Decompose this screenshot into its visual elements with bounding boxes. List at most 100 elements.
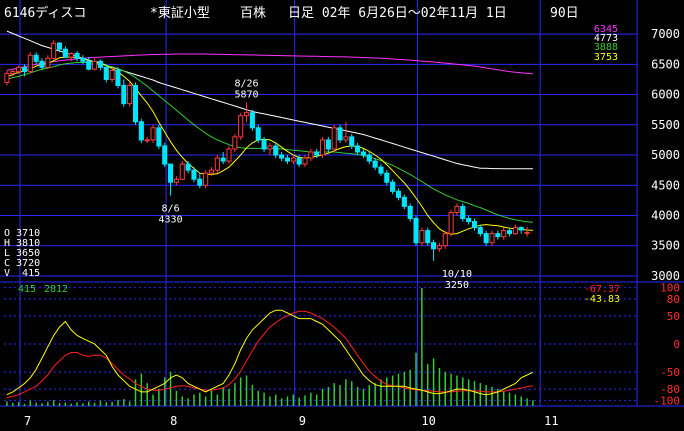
- candle-up: [238, 115, 244, 138]
- candle-up: [10, 71, 16, 74]
- candle-down: [518, 227, 524, 231]
- candle-down: [197, 178, 203, 186]
- candle-up: [442, 233, 448, 247]
- price-tick-label: 3500: [651, 239, 680, 253]
- candle-down: [425, 230, 431, 244]
- candle-up: [489, 233, 495, 244]
- candle-down: [115, 69, 121, 86]
- candle-up: [454, 205, 460, 213]
- candle-down: [74, 52, 80, 59]
- price-tick-label: 4000: [651, 208, 680, 222]
- candle-down: [477, 227, 483, 235]
- candle-down: [121, 84, 127, 105]
- candle-down: [372, 160, 378, 168]
- candle-up: [150, 127, 156, 141]
- annotation-value: 4330: [159, 215, 183, 226]
- candle-down: [366, 154, 372, 162]
- candle-down: [360, 151, 366, 156]
- candle-down: [466, 218, 472, 223]
- candle-down: [191, 169, 197, 180]
- candle-up: [173, 178, 179, 183]
- candle-down: [401, 196, 407, 207]
- candle-down: [273, 145, 279, 156]
- candle-up: [208, 169, 215, 174]
- price-tick-label: 5500: [651, 118, 680, 132]
- candle-down: [495, 233, 501, 238]
- osc-readout-fast: -43.83: [584, 294, 620, 305]
- candle-down: [460, 205, 466, 220]
- month-label: 9: [299, 414, 306, 428]
- osc-tick-label: 50: [667, 310, 680, 323]
- osc-tick-label: -100: [654, 394, 681, 407]
- candle-up: [214, 157, 220, 171]
- volume-readout-2: 2812: [44, 284, 68, 295]
- candle-up: [4, 72, 10, 83]
- candle-down: [355, 145, 361, 153]
- candle-down: [261, 139, 267, 150]
- ma-mid-line: [6, 62, 533, 223]
- candle-down: [62, 48, 68, 58]
- month-label: 7: [24, 414, 31, 428]
- candle-up: [144, 139, 150, 142]
- candle-up: [127, 84, 133, 105]
- days-label: 90日: [550, 6, 579, 21]
- candle-up: [16, 66, 22, 73]
- ma-readout-fast: 3753: [594, 52, 618, 63]
- volume-readout-1: 415: [18, 284, 36, 295]
- candle-up: [92, 60, 98, 70]
- candle-down: [284, 157, 291, 162]
- chart-canvas: 8/64330 8/265870 10/103250 7000 6500 6000 5500…: [0, 0, 684, 428]
- candle-up: [232, 136, 238, 150]
- candle-up: [308, 151, 314, 159]
- candle-down: [314, 151, 320, 156]
- annotation-value: 5870: [234, 89, 258, 100]
- candle-down: [471, 221, 478, 229]
- candle-up: [501, 230, 507, 238]
- price-tick-label: 6000: [651, 88, 680, 102]
- candle-down: [138, 121, 144, 141]
- candle-up: [27, 54, 33, 73]
- candle-down: [255, 127, 261, 141]
- candle-down: [162, 145, 168, 165]
- candle-down: [325, 139, 331, 150]
- candle-up: [524, 231, 530, 234]
- candle-up: [45, 57, 51, 68]
- candle-up: [109, 69, 115, 80]
- candle-up: [51, 42, 57, 59]
- candle-up: [302, 157, 308, 165]
- candle-up: [290, 157, 296, 162]
- candle-up: [68, 52, 74, 58]
- candle-up: [448, 211, 454, 235]
- candle-down: [168, 163, 174, 183]
- candle-down: [384, 172, 390, 183]
- candle-up: [319, 139, 326, 156]
- month-label: 10: [421, 414, 435, 428]
- candle-down: [249, 112, 255, 129]
- osc-tick-label: 0: [673, 338, 680, 351]
- candle-down: [296, 157, 302, 165]
- month-label: 8: [170, 414, 177, 428]
- candle-up: [179, 163, 185, 180]
- price-tick-label: 4500: [651, 178, 680, 192]
- osc-slow-line: [6, 310, 533, 398]
- candle-down: [97, 60, 103, 68]
- candle-down: [506, 230, 513, 235]
- price-tick-label: 5000: [651, 148, 680, 162]
- candle-up: [512, 227, 518, 235]
- candle-down: [407, 205, 413, 220]
- month-label: 11: [544, 414, 558, 428]
- period-label: 日足 02年 6月26日～02年11月 1日: [288, 6, 507, 21]
- candle-down: [395, 190, 402, 198]
- candle-down: [56, 42, 63, 50]
- candle-up: [343, 136, 349, 141]
- candle-down: [185, 163, 191, 171]
- candle-up: [331, 127, 337, 150]
- candle-down: [21, 66, 28, 73]
- candle-down: [132, 84, 139, 123]
- annotation-date: 8/26: [234, 78, 258, 89]
- candle-down: [86, 60, 92, 70]
- candle-down: [103, 66, 109, 80]
- candle-up: [243, 112, 250, 117]
- candle-up: [267, 145, 273, 150]
- candle-down: [413, 218, 419, 244]
